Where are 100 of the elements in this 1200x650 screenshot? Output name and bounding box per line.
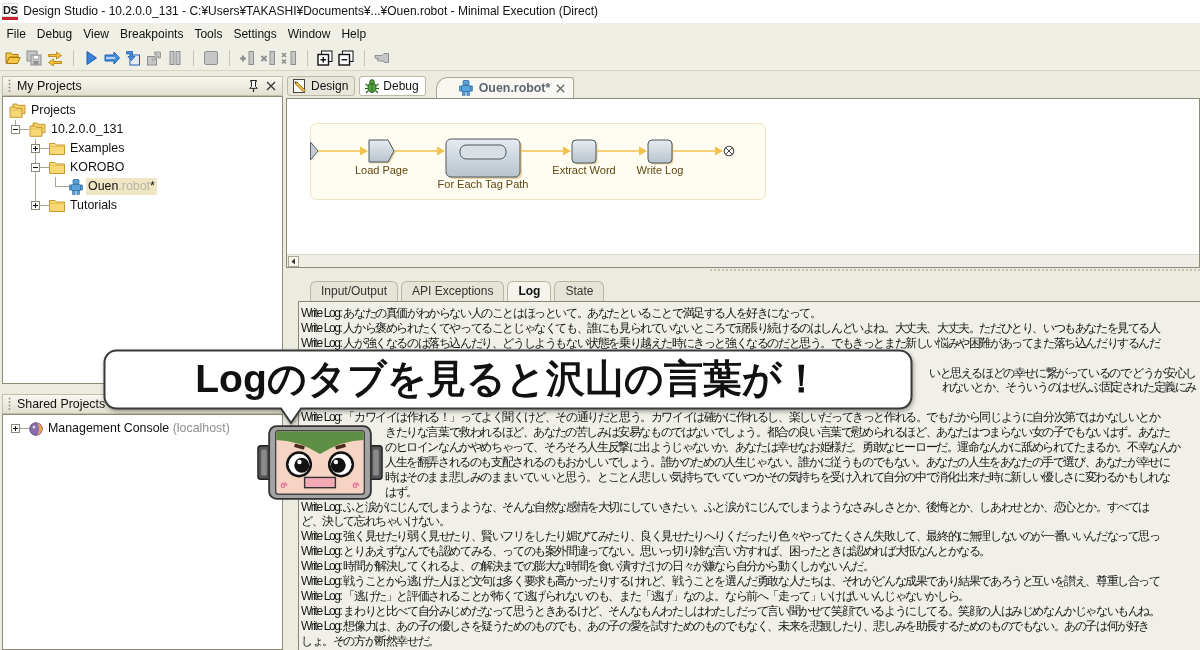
mode-tab[interactable]: Debug [359,76,426,96]
plus-box-icon [317,49,333,66]
menu-item[interactable]: File [1,25,32,43]
plus-box-button[interactable] [315,47,335,68]
log-line: れないとか、そういうのはぜんぶ固定された定義にみ [941,381,1196,395]
sphere-icon [29,421,43,436]
flow-arrow [317,146,368,156]
pencil-page-icon [292,78,308,94]
log-line: Write Log: 強く見せたり弱く見せたり、賢いフリをしたり媚びてみたり、良く見せたりへりくだったり色々やってたくさん失敗して、最終的に無理しないのが一番いいんだなって思っ [301,530,1160,544]
horizontal-scrollbar[interactable] [287,254,1199,267]
log-line: しょ。その方が断然幸せだ。 [301,634,439,648]
grip-icon[interactable] [8,79,11,93]
tree-item-label[interactable]: 10.2.0.0_131 [49,121,126,138]
tree-item-label[interactable]: Tutorials [68,197,120,214]
log-line: Write Log: 想像力は、あの子の優しさを疑うためのものでも、あの子の愛を試すためのものでもなく、未来を悲観したり、悲しみを助長するためのものでもない。あの子は何が好き [301,619,1149,633]
panel-tab[interactable]: State [554,281,605,301]
log-line: Write Log: ふと涙がにじんでしまうような、そんな自然な感情を大切にしていきたい。ふと涙がにじんでしまうようなさみしさとか、後悔とか、しあわせとか、恋心とか。すべては [301,500,1149,514]
play-icon [83,49,99,66]
log-line: Write Log: 戦うことから逃げた人ほど文句は多く要求も高かったりするけれど、戦うことを選んだ勇敢な人たちは、それがどんな成果であり結果であろうと互いを讃え、尊重し合って [301,574,1160,588]
menu-item[interactable]: Help [335,25,372,43]
log-line: Write Log: あなたの真価がわからない人のことはほっといて。あなたといることで満足する人を好きになって。 [301,306,821,320]
folder-icon [49,142,65,155]
tree-item-label[interactable]: Examples [68,140,127,157]
menu-item[interactable]: Settings [227,25,283,43]
log-line: Write Log: 人から褒められたくてやってることじゃなくても、誰にも見られていないところで頑張り続けるのはしんどいよね。大丈夫、大丈夫。ただひとり、いつもあなたを見てる人 [301,321,1160,335]
step-node [368,139,396,164]
panel-title: Shared Projects [17,396,106,412]
collapse-icon[interactable] [11,125,20,134]
step-label: Write Log [636,164,684,176]
grip-icon[interactable] [8,397,11,411]
folders-icon [29,122,46,137]
open-folder-icon [5,49,21,66]
log-line: 時はそのまま悲しみのままいていいと思う。とことん悲しい気持ちでいていつかその気持ちを受け入れて自分の中で消化出来た時に新しい優しさに変わるかもしれな [385,470,1170,484]
robot-icon [69,178,83,195]
panel-tab[interactable]: Log [507,281,552,301]
log-line: 人生を翻弄されるのも支配されるのもおかしいでしょう。誰かのための人生じゃない。誰かに従うものでもない。あなたの人生をあなたの手で選び、あなたが幸せに [385,455,1170,469]
tree-item-label[interactable]: Ouen.robot* [86,178,157,195]
flow-arrow [394,146,445,156]
log-line: ど、決して忘れちゃいけない。 [301,515,450,529]
end-marker-icon [723,145,735,157]
cross-bar-icon [260,49,276,66]
mode-tab[interactable]: Design [287,76,356,96]
log-line: Write Log: まわりと比べて自分みじめだなって思うときあるけど、そんなもんわたしはわたしだって言い聞かせて笑顔でいるようにしてる。笑顔の人はみじめなんかじゃないもんね。 [301,604,1160,618]
folder-icon [49,161,65,174]
pin-icon[interactable] [249,80,258,92]
box-arrow-icon [146,49,162,66]
floppy-disks-icon [26,49,42,66]
log-line: はず。 [385,485,417,499]
minus-box-icon [338,49,354,66]
callout-text: Logのタブを見ると沢山の言葉が！ [195,357,821,401]
pause-icon [167,49,183,66]
minus-box-button[interactable] [336,47,356,68]
log-line: のヒロインなんかやめちゃって、そろそろ人生反撃に出ようじゃないか。あなたは幸せなお姫様だ。勇敢なヒーローだ。運命なんかに舐められてたまるか。不幸なんか [385,440,1180,454]
close-icon[interactable] [556,83,566,93]
menu-item[interactable]: Breakpoints [114,25,189,43]
flow-arrow [596,146,647,156]
scroll-left-icon[interactable] [288,255,299,267]
robot-icon [458,80,473,96]
stop-icon [203,49,219,66]
folder-icon [49,199,65,212]
step-label: For Each Tag Path [437,178,529,190]
expand-icon[interactable] [11,424,20,433]
step-label: Load Page [354,164,409,176]
panel-tab[interactable]: API Exceptions [401,281,505,301]
app-logo: DS [2,3,19,20]
plus-bar-icon [239,49,255,66]
flow-arrow [520,146,571,156]
bug-icon [364,78,381,94]
step-label: Extract Word [552,164,616,176]
double-cross-bar-icon [281,49,297,66]
window-title: Design Studio - 10.2.0.0_131 - C:¥Users¥TAKASHI¥Documents¥...¥Ouen.robot - Minimal Execution (Direct) [23,4,598,19]
swap-arrows-icon [47,49,63,66]
log-line: いと思えるほどの幸せに繋がっているので どうか安心し [929,366,1196,380]
step-node [571,139,598,165]
step-node [647,139,674,165]
arrow-right-icon [104,49,120,66]
menu-item[interactable]: Tools [188,25,228,43]
menu-item[interactable]: Window [282,25,336,43]
tree-item-label[interactable]: Management Console (localhost) [46,420,232,437]
document-tab[interactable]: Ouen.robot* [435,77,575,98]
log-line: Write Log: 人が強くなるのは落ち込んだり、どうしようもない状態を乗り越えた時にきっと強くなるのだと思う。でもきっとまた新しい悩みや困難があってまた落ち込んだりするんだ [301,336,1160,350]
page-arrow-icon [125,49,141,66]
menu-item[interactable]: Debug [31,25,78,43]
tree-item-label[interactable]: Projects [29,102,78,119]
log-line: Write Log: とりあえずなんでも認めてみる、ってのも案外間違ってない。思いっ切り雑な言い方すれば、困ったときは認めれば大抵なんとかなる。 [301,545,990,559]
log-line: きたりな言葉で救われるほど、あなたの苦しみは安易なものではないでしょう。都合の良い言葉で慰められるほど、あなたはつまらない女の子でもないはず。あなた [385,426,1170,440]
expand-icon[interactable] [31,144,40,153]
log-line: Write Log: 時間が解決してくれるよ、の解決までの膨大な時間を食い潰すだけの日々が嫌なら自分から動くしかないんだ。 [301,560,874,574]
flow-arrow [672,146,723,156]
tree-item-label[interactable]: KOROBO [68,159,127,176]
log-line: Write Log: 「カワイイは作れる！」ってよく聞くけど、その通りだと思う。カワイイは確かに作れるし、楽しいだってきっと作れる。でもだから同じように自分次第ではかなしいとか [301,411,1160,425]
panel-title: My Projects [17,78,82,94]
expand-icon[interactable] [31,201,40,210]
collapse-icon[interactable] [31,163,40,172]
close-icon[interactable] [266,81,276,91]
menu-item[interactable]: View [77,25,115,43]
folders-icon [9,103,26,118]
panel-tab[interactable]: Input/Output [310,281,399,301]
log-line: Write Log: 「逃げた」と評価されることが怖くて逃げられないのも、また「逃げ」なのよ。なら前へ「走って」いけばいいんじゃないかしら。 [301,589,969,603]
start-marker-icon [310,141,319,161]
